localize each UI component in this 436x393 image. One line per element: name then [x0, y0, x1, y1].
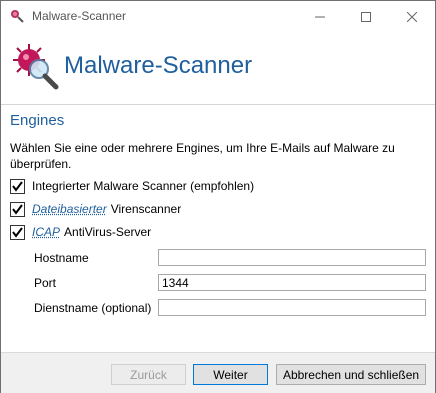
window-title: Malware-Scanner	[32, 9, 127, 23]
checkbox-row-file-based[interactable]: Dateibasierter Virenscanner	[10, 200, 181, 218]
port-label: Port	[34, 276, 57, 290]
close-icon	[407, 11, 417, 22]
footer-bar: Zurück Weiter Abbrechen und schließen	[1, 352, 435, 393]
maximize-icon	[361, 11, 371, 22]
checkbox-label-icap: AntiVirus-Server	[64, 225, 152, 239]
header-divider	[1, 104, 435, 105]
virus-magnifier-icon	[13, 44, 59, 90]
minimize-icon	[315, 16, 325, 17]
link-icap[interactable]: ICAP	[32, 225, 60, 239]
service-name-label: Dienstname (optional)	[34, 301, 152, 315]
close-button[interactable]	[389, 1, 435, 32]
checkbox-row-icap[interactable]: ICAP AntiVirus-Server	[10, 223, 151, 241]
malware-app-icon	[11, 10, 24, 23]
maximize-button[interactable]	[343, 1, 389, 32]
checkbox-file-based-scanner[interactable]	[10, 201, 25, 217]
next-button[interactable]: Weiter	[193, 364, 268, 385]
dialog-window: Malware-Scanner Malware-Scanner Engines	[0, 0, 436, 393]
link-file-based[interactable]: Dateibasierter	[32, 202, 107, 216]
checkbox-row-integrated[interactable]: Integrierter Malware Scanner (empfohlen)	[10, 177, 254, 195]
checkbox-label-integrated: Integrierter Malware Scanner (empfohlen)	[32, 179, 255, 193]
engines-description: Wählen Sie eine oder mehrere Engines, um…	[10, 141, 395, 171]
checkmark-icon	[12, 203, 23, 215]
checkbox-label-file-based: Virenscanner	[110, 202, 182, 216]
title-bar: Malware-Scanner	[1, 1, 435, 32]
section-title-engines: Engines	[10, 112, 65, 129]
hostname-input[interactable]	[158, 249, 426, 266]
cancel-close-button[interactable]: Abbrechen und schließen	[276, 364, 426, 385]
checkmark-icon	[12, 226, 23, 238]
port-input[interactable]	[158, 274, 426, 291]
checkbox-icap-server[interactable]	[10, 224, 25, 240]
header-banner: Malware-Scanner	[1, 32, 435, 104]
minimize-button[interactable]	[297, 1, 343, 32]
service-name-input[interactable]	[158, 299, 426, 316]
header-title: Malware-Scanner	[64, 52, 253, 79]
hostname-label: Hostname	[34, 251, 89, 265]
back-button[interactable]: Zurück	[111, 364, 186, 385]
checkmark-icon	[12, 180, 23, 192]
checkbox-integrated-scanner[interactable]	[10, 178, 25, 194]
